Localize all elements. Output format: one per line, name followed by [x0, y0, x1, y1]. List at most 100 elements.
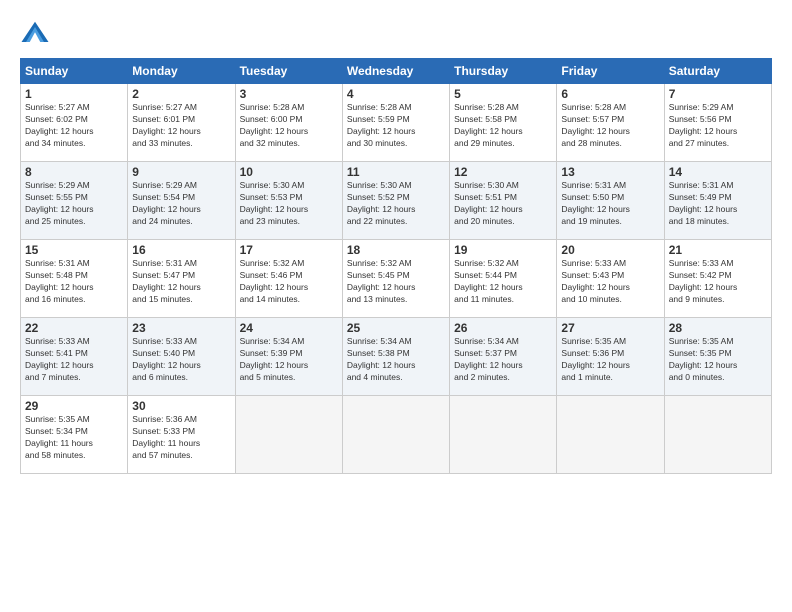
day-cell: 16Sunrise: 5:31 AM Sunset: 5:47 PM Dayli… [128, 240, 235, 318]
day-number: 30 [132, 399, 230, 413]
day-number: 23 [132, 321, 230, 335]
day-number: 22 [25, 321, 123, 335]
day-cell: 15Sunrise: 5:31 AM Sunset: 5:48 PM Dayli… [21, 240, 128, 318]
day-cell: 21Sunrise: 5:33 AM Sunset: 5:42 PM Dayli… [664, 240, 771, 318]
day-info: Sunrise: 5:30 AM Sunset: 5:51 PM Dayligh… [454, 180, 552, 228]
day-cell: 10Sunrise: 5:30 AM Sunset: 5:53 PM Dayli… [235, 162, 342, 240]
day-info: Sunrise: 5:33 AM Sunset: 5:43 PM Dayligh… [561, 258, 659, 306]
day-cell [342, 396, 449, 474]
day-number: 2 [132, 87, 230, 101]
day-cell [235, 396, 342, 474]
day-info: Sunrise: 5:36 AM Sunset: 5:33 PM Dayligh… [132, 414, 230, 462]
day-number: 29 [25, 399, 123, 413]
day-cell [664, 396, 771, 474]
day-cell: 3Sunrise: 5:28 AM Sunset: 6:00 PM Daylig… [235, 84, 342, 162]
week-row-1: 1Sunrise: 5:27 AM Sunset: 6:02 PM Daylig… [21, 84, 772, 162]
day-number: 9 [132, 165, 230, 179]
day-info: Sunrise: 5:28 AM Sunset: 6:00 PM Dayligh… [240, 102, 338, 150]
day-cell: 1Sunrise: 5:27 AM Sunset: 6:02 PM Daylig… [21, 84, 128, 162]
day-info: Sunrise: 5:29 AM Sunset: 5:56 PM Dayligh… [669, 102, 767, 150]
day-number: 4 [347, 87, 445, 101]
day-number: 13 [561, 165, 659, 179]
day-info: Sunrise: 5:33 AM Sunset: 5:42 PM Dayligh… [669, 258, 767, 306]
day-cell: 12Sunrise: 5:30 AM Sunset: 5:51 PM Dayli… [450, 162, 557, 240]
day-number: 14 [669, 165, 767, 179]
day-info: Sunrise: 5:32 AM Sunset: 5:45 PM Dayligh… [347, 258, 445, 306]
day-cell: 4Sunrise: 5:28 AM Sunset: 5:59 PM Daylig… [342, 84, 449, 162]
day-cell: 25Sunrise: 5:34 AM Sunset: 5:38 PM Dayli… [342, 318, 449, 396]
day-info: Sunrise: 5:35 AM Sunset: 5:35 PM Dayligh… [669, 336, 767, 384]
day-cell: 22Sunrise: 5:33 AM Sunset: 5:41 PM Dayli… [21, 318, 128, 396]
day-info: Sunrise: 5:27 AM Sunset: 6:02 PM Dayligh… [25, 102, 123, 150]
day-cell: 18Sunrise: 5:32 AM Sunset: 5:45 PM Dayli… [342, 240, 449, 318]
week-row-4: 22Sunrise: 5:33 AM Sunset: 5:41 PM Dayli… [21, 318, 772, 396]
day-number: 19 [454, 243, 552, 257]
day-info: Sunrise: 5:29 AM Sunset: 5:55 PM Dayligh… [25, 180, 123, 228]
day-number: 21 [669, 243, 767, 257]
day-number: 28 [669, 321, 767, 335]
day-number: 27 [561, 321, 659, 335]
day-info: Sunrise: 5:35 AM Sunset: 5:34 PM Dayligh… [25, 414, 123, 462]
day-cell [450, 396, 557, 474]
day-info: Sunrise: 5:32 AM Sunset: 5:44 PM Dayligh… [454, 258, 552, 306]
day-number: 17 [240, 243, 338, 257]
day-cell: 30Sunrise: 5:36 AM Sunset: 5:33 PM Dayli… [128, 396, 235, 474]
day-number: 15 [25, 243, 123, 257]
day-info: Sunrise: 5:32 AM Sunset: 5:46 PM Dayligh… [240, 258, 338, 306]
day-info: Sunrise: 5:28 AM Sunset: 5:59 PM Dayligh… [347, 102, 445, 150]
day-info: Sunrise: 5:31 AM Sunset: 5:48 PM Dayligh… [25, 258, 123, 306]
day-info: Sunrise: 5:33 AM Sunset: 5:40 PM Dayligh… [132, 336, 230, 384]
calendar-table: SundayMondayTuesdayWednesdayThursdayFrid… [20, 58, 772, 474]
day-cell: 14Sunrise: 5:31 AM Sunset: 5:49 PM Dayli… [664, 162, 771, 240]
day-cell: 5Sunrise: 5:28 AM Sunset: 5:58 PM Daylig… [450, 84, 557, 162]
day-cell: 9Sunrise: 5:29 AM Sunset: 5:54 PM Daylig… [128, 162, 235, 240]
day-info: Sunrise: 5:31 AM Sunset: 5:50 PM Dayligh… [561, 180, 659, 228]
day-cell: 23Sunrise: 5:33 AM Sunset: 5:40 PM Dayli… [128, 318, 235, 396]
day-info: Sunrise: 5:30 AM Sunset: 5:53 PM Dayligh… [240, 180, 338, 228]
week-row-3: 15Sunrise: 5:31 AM Sunset: 5:48 PM Dayli… [21, 240, 772, 318]
col-header-monday: Monday [128, 59, 235, 84]
col-header-tuesday: Tuesday [235, 59, 342, 84]
logo-icon [20, 18, 50, 48]
day-number: 16 [132, 243, 230, 257]
week-row-2: 8Sunrise: 5:29 AM Sunset: 5:55 PM Daylig… [21, 162, 772, 240]
day-cell: 19Sunrise: 5:32 AM Sunset: 5:44 PM Dayli… [450, 240, 557, 318]
day-cell: 28Sunrise: 5:35 AM Sunset: 5:35 PM Dayli… [664, 318, 771, 396]
day-info: Sunrise: 5:29 AM Sunset: 5:54 PM Dayligh… [132, 180, 230, 228]
day-info: Sunrise: 5:27 AM Sunset: 6:01 PM Dayligh… [132, 102, 230, 150]
day-info: Sunrise: 5:34 AM Sunset: 5:37 PM Dayligh… [454, 336, 552, 384]
day-info: Sunrise: 5:35 AM Sunset: 5:36 PM Dayligh… [561, 336, 659, 384]
col-header-wednesday: Wednesday [342, 59, 449, 84]
day-cell: 29Sunrise: 5:35 AM Sunset: 5:34 PM Dayli… [21, 396, 128, 474]
logo [20, 18, 56, 48]
col-header-saturday: Saturday [664, 59, 771, 84]
day-cell: 8Sunrise: 5:29 AM Sunset: 5:55 PM Daylig… [21, 162, 128, 240]
day-cell: 26Sunrise: 5:34 AM Sunset: 5:37 PM Dayli… [450, 318, 557, 396]
day-number: 1 [25, 87, 123, 101]
day-cell: 13Sunrise: 5:31 AM Sunset: 5:50 PM Dayli… [557, 162, 664, 240]
col-header-sunday: Sunday [21, 59, 128, 84]
day-number: 25 [347, 321, 445, 335]
day-number: 5 [454, 87, 552, 101]
day-info: Sunrise: 5:31 AM Sunset: 5:49 PM Dayligh… [669, 180, 767, 228]
day-number: 26 [454, 321, 552, 335]
day-cell: 7Sunrise: 5:29 AM Sunset: 5:56 PM Daylig… [664, 84, 771, 162]
day-number: 7 [669, 87, 767, 101]
day-cell: 2Sunrise: 5:27 AM Sunset: 6:01 PM Daylig… [128, 84, 235, 162]
header [20, 18, 772, 48]
day-number: 8 [25, 165, 123, 179]
day-info: Sunrise: 5:28 AM Sunset: 5:58 PM Dayligh… [454, 102, 552, 150]
week-row-5: 29Sunrise: 5:35 AM Sunset: 5:34 PM Dayli… [21, 396, 772, 474]
day-info: Sunrise: 5:28 AM Sunset: 5:57 PM Dayligh… [561, 102, 659, 150]
day-cell [557, 396, 664, 474]
day-number: 20 [561, 243, 659, 257]
day-cell: 6Sunrise: 5:28 AM Sunset: 5:57 PM Daylig… [557, 84, 664, 162]
day-cell: 11Sunrise: 5:30 AM Sunset: 5:52 PM Dayli… [342, 162, 449, 240]
header-row: SundayMondayTuesdayWednesdayThursdayFrid… [21, 59, 772, 84]
day-number: 18 [347, 243, 445, 257]
day-info: Sunrise: 5:33 AM Sunset: 5:41 PM Dayligh… [25, 336, 123, 384]
page: SundayMondayTuesdayWednesdayThursdayFrid… [0, 0, 792, 612]
day-info: Sunrise: 5:31 AM Sunset: 5:47 PM Dayligh… [132, 258, 230, 306]
day-number: 24 [240, 321, 338, 335]
day-info: Sunrise: 5:30 AM Sunset: 5:52 PM Dayligh… [347, 180, 445, 228]
